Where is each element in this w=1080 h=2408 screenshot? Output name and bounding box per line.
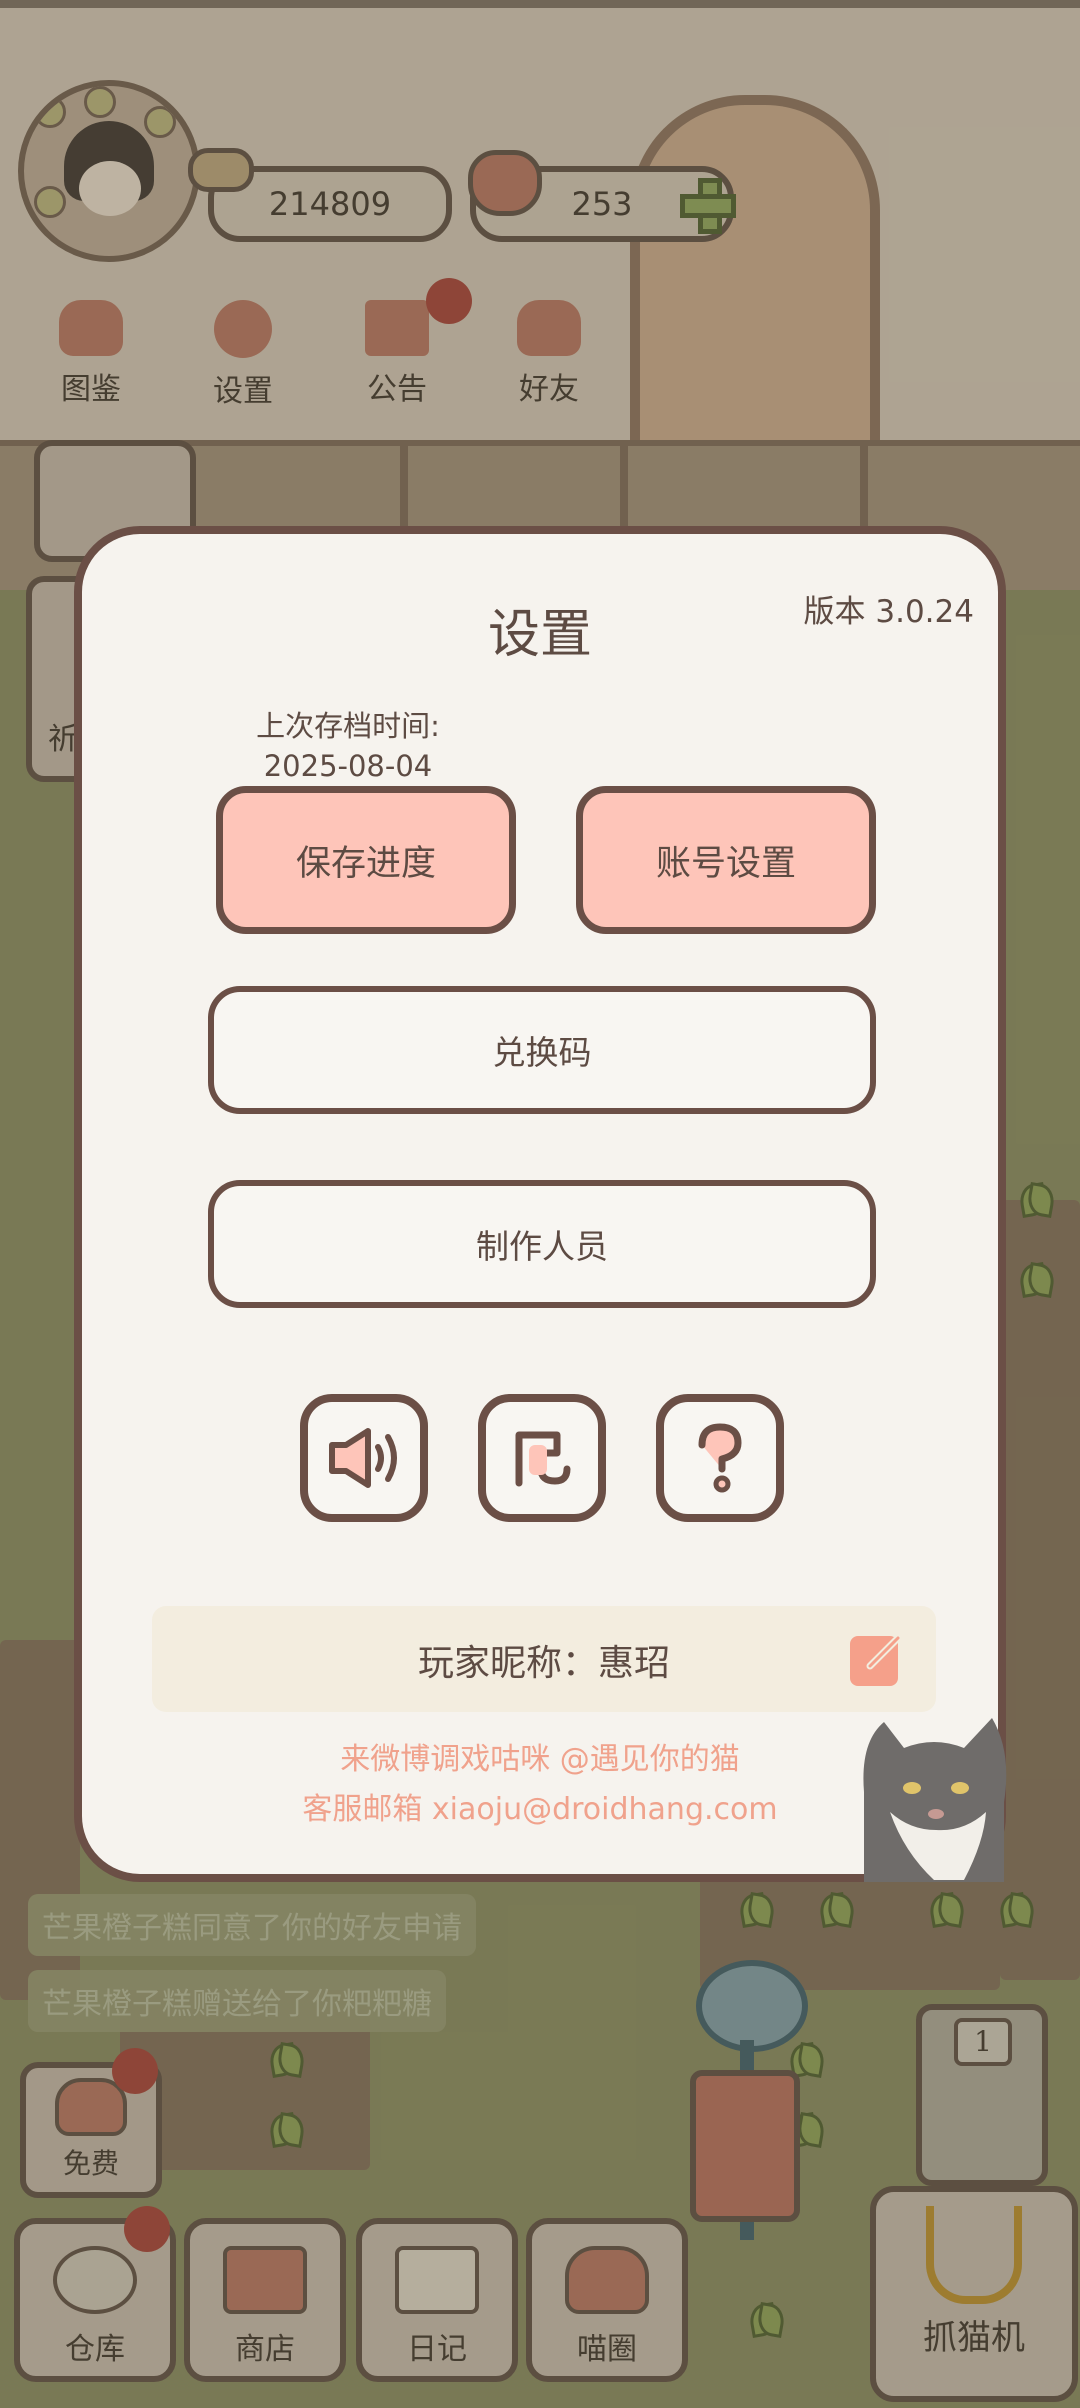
music-toggle-button[interactable]: [478, 1394, 606, 1522]
help-icon: [698, 1423, 742, 1493]
nickname-bar: 玩家昵称：惠玿: [152, 1606, 936, 1712]
edit-nickname-button[interactable]: [844, 1626, 910, 1692]
sound-toggle-button[interactable]: [300, 1394, 428, 1522]
help-button[interactable]: [656, 1394, 784, 1522]
redeem-code-button[interactable]: 兑换码: [208, 986, 876, 1114]
version-label: 版本 3.0.24: [803, 594, 974, 630]
redeem-code-label: 兑换码: [492, 1033, 592, 1072]
cat-photo-sticker: [854, 1702, 1012, 1882]
save-progress-label: 保存进度: [295, 843, 436, 884]
cat-photo: [863, 1718, 1007, 1882]
save-progress-button[interactable]: 保存进度: [216, 786, 516, 934]
credits-button[interactable]: 制作人员: [208, 1180, 876, 1308]
credits-label: 制作人员: [476, 1227, 608, 1266]
account-settings-button[interactable]: 账号设置: [576, 786, 876, 934]
last-save-label: 上次存档时间:: [256, 709, 440, 743]
account-settings-label: 账号设置: [655, 843, 796, 884]
settings-dialog: 设置 版本 3.0.24 上次存档时间: 2025-08-04 11:31 保存…: [74, 526, 1007, 1882]
edit-icon: [850, 1634, 902, 1686]
music-icon: [515, 1431, 571, 1487]
player-nickname: 玩家昵称：惠玿: [417, 1643, 670, 1684]
sound-icon: [329, 1428, 397, 1488]
